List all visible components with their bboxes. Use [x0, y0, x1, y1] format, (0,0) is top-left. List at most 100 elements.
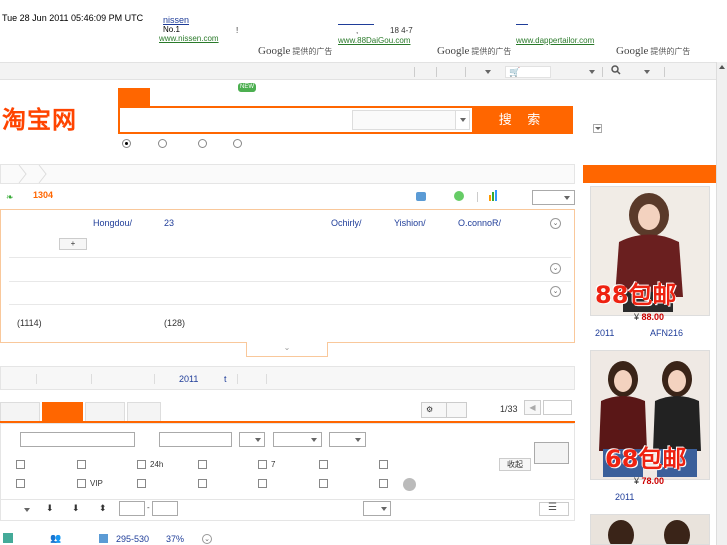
filter-checkbox-24h[interactable]	[137, 460, 146, 469]
product-image-1[interactable]: 88包邮	[591, 187, 709, 315]
more-brands-button[interactable]: +	[59, 238, 87, 250]
filter-checkbox-vip[interactable]	[77, 479, 86, 488]
product-year-2[interactable]: 2011	[615, 492, 634, 502]
product-code-1[interactable]: AFN216	[650, 328, 683, 338]
search-radio-2[interactable]	[158, 139, 167, 148]
sort-select-2[interactable]	[363, 501, 391, 516]
tab-1[interactable]	[0, 402, 40, 422]
scroll-up-icon[interactable]	[719, 65, 725, 69]
search-icon[interactable]	[611, 65, 621, 75]
product-image-2[interactable]: 68包邮	[591, 351, 709, 479]
search-radio-4[interactable]	[233, 139, 242, 148]
scrollbar[interactable]	[716, 62, 727, 545]
product-card-2[interactable]: 68包邮	[590, 350, 710, 480]
price-max-input[interactable]	[152, 501, 178, 516]
filter-count-2[interactable]: (128)	[164, 318, 185, 328]
ad-3-title[interactable]	[516, 15, 528, 25]
expand-filters-tab[interactable]: ⌄	[246, 342, 328, 357]
google-ads-label-2[interactable]: Google 提供的广告	[437, 45, 511, 57]
brand-23[interactable]: 23	[164, 218, 174, 228]
expand-toggle-icon[interactable]: ⌄	[202, 534, 212, 544]
cart-button[interactable]: 🛒	[505, 66, 551, 78]
filter-checkbox-11[interactable]	[198, 479, 207, 488]
user-group-icon: 👥	[50, 533, 62, 543]
settings-button[interactable]: ⚙	[421, 402, 467, 418]
related-t[interactable]: t	[224, 374, 227, 384]
keyword-filter-input[interactable]	[20, 432, 135, 447]
product-year-1[interactable]: 2011	[595, 328, 614, 338]
chart-icon[interactable]	[488, 190, 500, 203]
filter-checkbox-12[interactable]	[258, 479, 267, 488]
expand-toggle-icon[interactable]: ⌄	[550, 286, 561, 297]
product-card-3[interactable]	[590, 514, 710, 545]
search-category-select[interactable]	[352, 110, 470, 130]
product-image-3[interactable]	[591, 515, 709, 544]
filter-checkbox-4[interactable]	[198, 460, 207, 469]
chevron-down-icon[interactable]	[589, 70, 595, 74]
list-view-icon[interactable]	[416, 192, 426, 201]
filter-checkbox-1[interactable]	[16, 460, 25, 469]
filter-checkbox-2[interactable]	[77, 460, 86, 469]
result-range[interactable]: 295-530	[116, 534, 149, 544]
search-tab-active[interactable]	[118, 88, 150, 106]
filter-checkbox-6[interactable]	[319, 460, 328, 469]
ad-3-url[interactable]: www.dappertailor.com	[516, 36, 594, 45]
ad-2-desc: !	[236, 26, 239, 35]
price-min-input[interactable]	[119, 501, 145, 516]
expand-toggle-icon[interactable]: ⌄	[550, 263, 561, 274]
filter-select-2[interactable]	[273, 432, 322, 447]
related-year[interactable]: 2011	[179, 374, 198, 384]
brand-yishion[interactable]: Yishion/	[394, 218, 426, 228]
filter-checkbox-7b[interactable]	[379, 460, 388, 469]
filter-select-1[interactable]	[239, 432, 265, 447]
expand-toggle-icon[interactable]: ⌄	[550, 218, 561, 229]
leaf-icon: ❧	[6, 192, 14, 202]
filter-checkbox-14[interactable]	[379, 479, 388, 488]
brand-ochirly[interactable]: Ochirly/	[331, 218, 362, 228]
search-options-toggle[interactable]	[593, 124, 602, 133]
tab-4[interactable]	[127, 402, 161, 422]
google-ads-label-1[interactable]: Google 提供的广告	[258, 45, 332, 57]
related-bar: 2011 t	[0, 366, 575, 390]
prev-page-button[interactable]: ◀	[524, 400, 541, 415]
chevron-down-icon[interactable]	[24, 508, 30, 512]
filter-checkbox-7[interactable]	[258, 460, 267, 469]
filter-checkbox-10[interactable]	[137, 479, 146, 488]
sort-select[interactable]	[532, 190, 575, 205]
list-view-button[interactable]: ☰	[539, 502, 569, 516]
ad-1-title[interactable]: nissen	[163, 15, 209, 25]
filter-checkbox-13[interactable]	[319, 479, 328, 488]
search-radio-3[interactable]	[198, 139, 207, 148]
collapse-button[interactable]: 收起	[499, 458, 531, 471]
chevron-down-icon[interactable]	[485, 70, 491, 74]
ad-2-title[interactable]	[338, 15, 374, 25]
filter-checkbox-8[interactable]	[16, 479, 25, 488]
next-page-button[interactable]	[543, 400, 572, 415]
filter-count-1[interactable]: (1114)	[17, 318, 42, 328]
grid-view-icon[interactable]	[454, 191, 464, 201]
search-input[interactable]	[120, 108, 350, 132]
sort-both-icon[interactable]: ⬍	[99, 503, 107, 514]
filter-select-3[interactable]	[329, 432, 366, 447]
ad-1[interactable]: nissen No.1 www.nissen.com	[159, 15, 219, 43]
tab-2-active[interactable]	[42, 402, 83, 422]
brand-hongdou[interactable]: Hongdou/	[93, 218, 132, 228]
taobao-logo[interactable]: 淘宝网	[2, 100, 77, 135]
search-button[interactable]: 搜 索	[472, 106, 573, 134]
sort-down-icon[interactable]: ⬇	[72, 503, 80, 514]
product-card-1[interactable]: 88包邮	[590, 186, 710, 316]
filter-submit-button[interactable]	[534, 442, 569, 464]
google-ads-label-3[interactable]: Google 提供的广告	[616, 45, 690, 57]
search-radio-1[interactable]	[122, 139, 131, 148]
chevron-down-icon[interactable]	[455, 111, 469, 129]
brand-oconnor[interactable]: O.connoR/	[458, 218, 501, 228]
sort-down-icon[interactable]: ⬇	[46, 503, 54, 514]
ad-1-url[interactable]: www.nissen.com	[159, 34, 219, 43]
ad-2-url[interactable]: www.88DaiGou.com	[338, 36, 410, 45]
model-photo	[591, 515, 709, 544]
tab-3[interactable]	[85, 402, 125, 422]
new-badge: NEW	[238, 83, 256, 92]
wangwang-icon[interactable]	[403, 478, 416, 491]
chevron-down-icon[interactable]	[644, 70, 650, 74]
location-filter-input[interactable]	[159, 432, 232, 447]
